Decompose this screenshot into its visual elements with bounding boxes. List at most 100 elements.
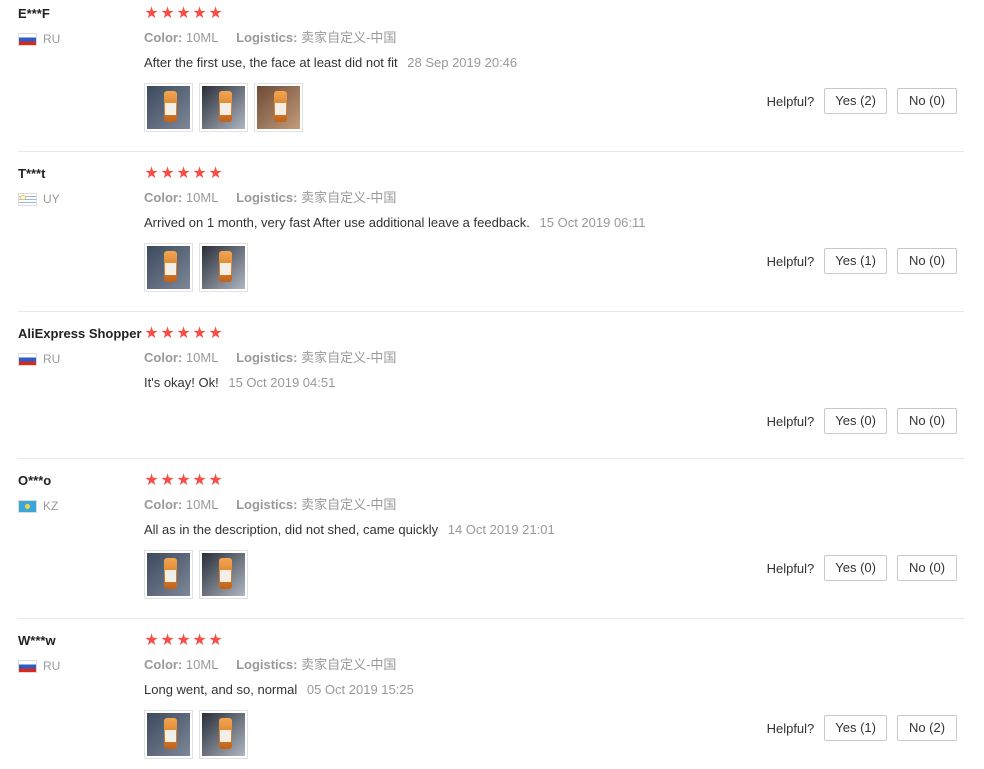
color-value: 10ML [185, 657, 219, 672]
review-photo-thumbnail[interactable] [199, 710, 248, 759]
color-value: 10ML [185, 30, 219, 45]
review-photo-thumbnail[interactable] [144, 550, 193, 599]
color-label: Color: [144, 657, 183, 672]
review-body: After the first use, the face at least d… [144, 55, 398, 70]
reviewer-name: T***t [18, 166, 46, 181]
review-divider [18, 458, 964, 459]
country-code: KZ [43, 499, 59, 513]
review-body: It's okay! Ok! [144, 375, 219, 390]
star-icon: ★ [208, 632, 223, 649]
helpful-vote: Helpful? Yes (0) No (0) [767, 408, 957, 434]
review-meta: Color: 10ML Logistics: 卖家自定义-中国 [144, 190, 964, 206]
helpful-label: Helpful? [766, 720, 815, 736]
reviewer-name: W***w [18, 633, 56, 648]
review-body: Arrived on 1 month, very fast After use … [144, 215, 530, 230]
reviewer-country: KZ [18, 499, 140, 513]
review-text: After the first use, the face at least d… [144, 55, 964, 71]
helpful-yes-button[interactable]: Yes (0) [824, 408, 887, 434]
review-date: 15 Oct 2019 06:11 [539, 215, 646, 230]
review-photo-thumbnail[interactable] [199, 550, 248, 599]
logistics-value: 卖家自定义-中国 [301, 30, 397, 45]
review-photo-thumbnail[interactable] [254, 83, 303, 132]
helpful-yes-button[interactable]: Yes (1) [824, 715, 887, 741]
logistics-label: Logistics: [236, 350, 298, 365]
star-rating: ★ ★ ★ ★ ★ [144, 6, 964, 22]
reviewer-info: W***w RU [18, 633, 140, 673]
review-divider [18, 151, 964, 152]
reviewer-name: E***F [18, 6, 50, 21]
helpful-yes-button[interactable]: Yes (0) [824, 555, 887, 581]
review-photo-thumbnail[interactable] [199, 83, 248, 132]
review-date: 14 Oct 2019 21:01 [447, 522, 555, 537]
helpful-no-button[interactable]: No (0) [897, 88, 957, 114]
star-icon: ★ [192, 325, 207, 342]
star-icon: ★ [176, 632, 191, 649]
logistics-value: 卖家自定义-中国 [301, 350, 397, 365]
logistics-value: 卖家自定义-中国 [301, 190, 397, 205]
reviewer-name: AliExpress Shopper [18, 326, 142, 341]
country-flag-icon [18, 192, 37, 206]
star-icon: ★ [160, 325, 175, 342]
star-icon: ★ [176, 325, 191, 342]
reviewer-country: RU [18, 659, 140, 673]
helpful-vote: Helpful? Yes (1) No (2) [767, 715, 957, 741]
helpful-no-button[interactable]: No (0) [897, 555, 957, 581]
review-text: It's okay! Ok! 15 Oct 2019 04:51 [144, 375, 964, 391]
star-icon: ★ [192, 165, 207, 182]
country-code: RU [43, 352, 61, 366]
reviewer-country: UY [18, 192, 140, 206]
star-icon: ★ [144, 5, 159, 22]
review-meta: Color: 10ML Logistics: 卖家自定义-中国 [144, 657, 964, 673]
country-flag-icon [18, 499, 37, 513]
review-text: All as in the description, did not shed,… [144, 522, 964, 538]
helpful-no-button[interactable]: No (0) [897, 248, 957, 274]
color-label: Color: [144, 350, 183, 365]
review-photo-thumbnail[interactable] [144, 243, 193, 292]
review-date: 28 Sep 2019 20:46 [407, 55, 518, 70]
star-icon: ★ [144, 165, 159, 182]
review-photo-thumbnail[interactable] [144, 710, 193, 759]
star-icon: ★ [176, 5, 191, 22]
review-divider [18, 618, 964, 619]
helpful-no-button[interactable]: No (2) [897, 715, 957, 741]
helpful-label: Helpful? [766, 93, 815, 109]
logistics-label: Logistics: [236, 657, 298, 672]
logistics-value: 卖家自定义-中国 [301, 657, 397, 672]
review-text: Long went, and so, normal 05 Oct 2019 15… [144, 682, 964, 698]
review-date: 05 Oct 2019 15:25 [306, 682, 414, 697]
reviewer-info: O***o KZ [18, 473, 140, 513]
reviewer-country: RU [18, 32, 140, 46]
reviewer-info: E***F RU [18, 6, 140, 46]
color-label: Color: [144, 30, 183, 45]
star-icon: ★ [144, 325, 159, 342]
review-content: ★ ★ ★ ★ ★ Color: 10ML Logistics: 卖家自定义-中国 It… [144, 326, 964, 391]
country-code: UY [43, 192, 60, 206]
star-icon: ★ [160, 632, 175, 649]
star-icon: ★ [160, 5, 175, 22]
review-text: Arrived on 1 month, very fast After use … [144, 215, 964, 231]
country-code: RU [43, 32, 61, 46]
star-icon: ★ [160, 472, 175, 489]
review-meta: Color: 10ML Logistics: 卖家自定义-中国 [144, 350, 964, 366]
review-photo-thumbnail[interactable] [199, 243, 248, 292]
logistics-value: 卖家自定义-中国 [301, 497, 397, 512]
country-flag-icon [18, 352, 37, 366]
logistics-label: Logistics: [236, 30, 298, 45]
review-body: All as in the description, did not shed,… [144, 522, 439, 537]
reviewer-info: T***t UY [18, 166, 140, 206]
helpful-label: Helpful? [766, 413, 815, 429]
star-icon: ★ [176, 165, 191, 182]
helpful-no-button[interactable]: No (0) [897, 408, 957, 434]
star-icon: ★ [208, 165, 223, 182]
helpful-label: Helpful? [766, 560, 815, 576]
review-photo-thumbnail[interactable] [144, 83, 193, 132]
helpful-vote: Helpful? Yes (2) No (0) [767, 88, 957, 114]
star-rating: ★ ★ ★ ★ ★ [144, 473, 964, 489]
star-icon: ★ [192, 472, 207, 489]
star-icon: ★ [144, 472, 159, 489]
star-icon: ★ [176, 472, 191, 489]
country-code: RU [43, 659, 61, 673]
reviewer-country: RU [18, 352, 140, 366]
helpful-yes-button[interactable]: Yes (1) [824, 248, 887, 274]
helpful-yes-button[interactable]: Yes (2) [824, 88, 887, 114]
